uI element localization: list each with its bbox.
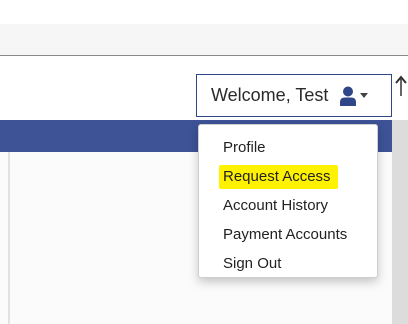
- toolbar-strip: [0, 24, 408, 56]
- browser-top-area: [0, 0, 408, 24]
- menu-item-label: Profile: [223, 139, 266, 156]
- menu-item-account-history[interactable]: Account History: [199, 191, 377, 220]
- caret-down-icon: [360, 93, 369, 98]
- user-menu-button[interactable]: Welcome, Test: [196, 74, 392, 117]
- menu-item-label: Request Access: [219, 165, 338, 189]
- menu-item-profile[interactable]: Profile: [199, 133, 377, 162]
- menu-item-label: Payment Accounts: [223, 226, 348, 243]
- menu-item-label: Account History: [223, 197, 329, 214]
- menu-item-sign-out[interactable]: Sign Out: [199, 249, 377, 278]
- menu-item-request-access[interactable]: Request Access: [199, 162, 377, 191]
- user-dropdown-menu: Profile Request Access Account History P…: [198, 124, 378, 278]
- user-icon: [340, 86, 357, 106]
- menu-item-payment-accounts[interactable]: Payment Accounts: [199, 220, 377, 249]
- menu-item-label: Sign Out: [223, 255, 282, 272]
- content-divider: [8, 152, 10, 324]
- chevron-up-icon: [394, 74, 408, 96]
- welcome-label: Welcome, Test: [211, 85, 329, 105]
- scrollbar[interactable]: [392, 120, 408, 324]
